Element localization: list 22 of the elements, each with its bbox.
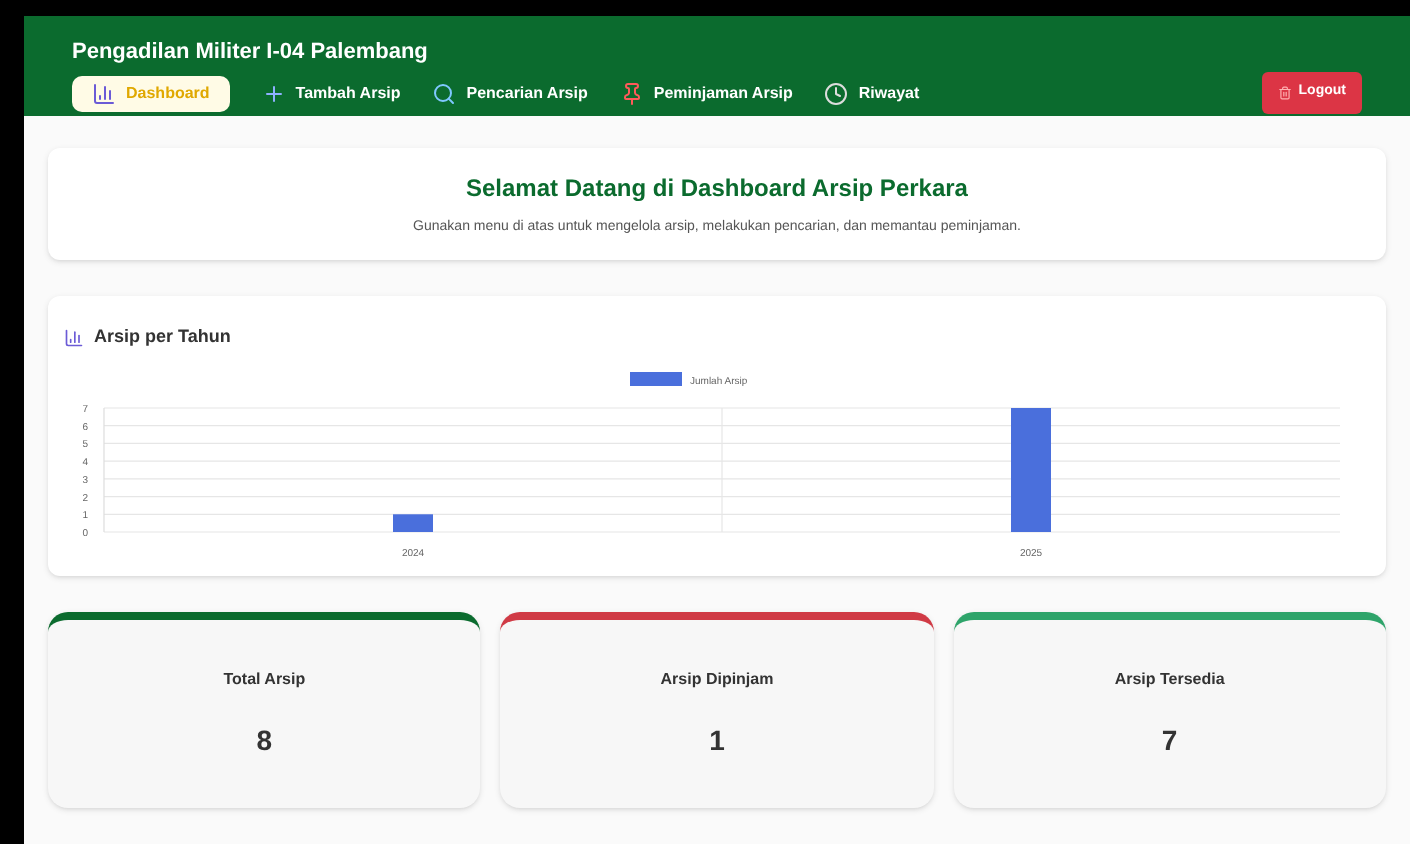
bar: [393, 513, 433, 531]
stat-label: Arsip Tersedia: [1114, 667, 1225, 691]
clock-icon: [824, 81, 849, 105]
trash-icon: [1278, 85, 1293, 100]
stat-label: Total Arsip: [223, 667, 306, 691]
search-icon: [432, 81, 457, 105]
stat-value: 1: [709, 721, 725, 759]
chart-title: Arsip per Tahun: [94, 324, 231, 350]
nav-tab[interactable]: Tambah Arsip: [261, 75, 401, 111]
welcome-title: Selamat Datang di Dashboard Arsip Perkara: [466, 171, 968, 206]
stat-label: Arsip Dipinjam: [660, 667, 774, 691]
plus-icon: [261, 81, 286, 105]
pin-icon: [619, 81, 644, 105]
nav-tab[interactable]: Riwayat: [824, 75, 920, 111]
bar-chart-icon: [92, 81, 116, 105]
bar-chart-icon: [64, 327, 84, 348]
nav-tab[interactable]: Pencarian Arsip: [432, 75, 588, 111]
stat-value: 8: [256, 721, 273, 759]
app-title: Pengadilan Militer I-04 Palembang: [72, 38, 430, 68]
stat-value: 7: [1161, 721, 1178, 759]
nav-tab[interactable]: Peminjaman Arsip: [619, 75, 793, 111]
bar: [1011, 407, 1051, 531]
